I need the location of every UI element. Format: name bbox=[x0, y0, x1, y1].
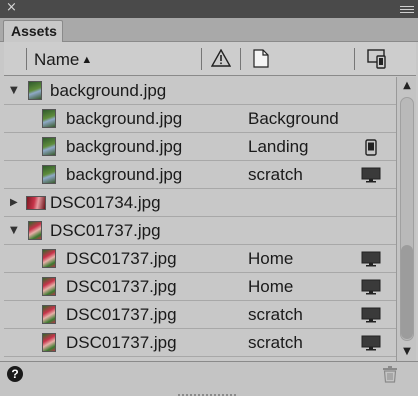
tab-assets[interactable]: Assets bbox=[3, 20, 63, 42]
disclosure-expanded-icon[interactable]: ▼ bbox=[10, 85, 18, 96]
asset-thumbnail bbox=[42, 165, 56, 184]
page-name: Home bbox=[248, 277, 294, 296]
column-separator bbox=[201, 48, 202, 70]
trash-icon[interactable] bbox=[381, 365, 399, 383]
panel-footer: ? bbox=[0, 361, 418, 396]
asset-thumbnail bbox=[28, 81, 42, 100]
list-item[interactable]: DSC01737.jpg Home bbox=[4, 273, 396, 301]
tab-strip: Assets bbox=[0, 18, 418, 42]
list-item[interactable]: ▼ background.jpg bbox=[4, 77, 396, 105]
scroll-thumb[interactable] bbox=[401, 245, 413, 339]
page-name: scratch bbox=[248, 333, 303, 352]
list-item[interactable]: DSC01737.jpg Home bbox=[4, 245, 396, 273]
scroll-down-icon[interactable]: ▼ bbox=[400, 345, 414, 359]
help-icon[interactable]: ? bbox=[7, 366, 23, 382]
asset-name: background.jpg bbox=[50, 81, 167, 100]
page-name: Home bbox=[248, 249, 294, 268]
asset-thumbnail bbox=[26, 196, 46, 210]
monitor-icon bbox=[361, 279, 381, 295]
asset-thumbnail bbox=[42, 137, 56, 156]
list-item[interactable]: background.jpg scratch bbox=[4, 161, 396, 189]
vertical-scrollbar[interactable]: ▲ ▼ bbox=[396, 77, 416, 361]
panel-titlebar: × bbox=[0, 0, 418, 18]
asset-name: DSC01737.jpg bbox=[66, 249, 177, 268]
disclosure-collapsed-icon[interactable]: ▶ bbox=[10, 197, 18, 208]
page-name: Background bbox=[248, 109, 339, 128]
asset-thumbnail bbox=[42, 277, 56, 296]
asset-name: background.jpg bbox=[66, 165, 183, 184]
name-column-label: Name bbox=[34, 50, 80, 69]
monitor-icon bbox=[361, 335, 381, 351]
monitor-icon bbox=[361, 251, 381, 267]
asset-thumbnail bbox=[28, 221, 42, 240]
list-item[interactable]: background.jpg Background bbox=[4, 105, 396, 133]
page-name: scratch bbox=[248, 305, 303, 324]
column-separator bbox=[240, 48, 241, 70]
asset-thumbnail bbox=[42, 109, 56, 128]
panel-menu-icon[interactable] bbox=[400, 6, 414, 14]
warning-icon[interactable] bbox=[211, 49, 231, 67]
asset-name: DSC01734.jpg bbox=[50, 193, 161, 212]
column-header: Name ▲ bbox=[4, 42, 416, 76]
asset-name: DSC01737.jpg bbox=[50, 221, 161, 240]
devices-icon[interactable] bbox=[367, 49, 387, 69]
page-name: Landing bbox=[248, 137, 309, 156]
resize-grip[interactable] bbox=[178, 387, 240, 396]
phone-icon bbox=[365, 139, 377, 156]
scroll-up-icon[interactable]: ▲ bbox=[400, 79, 414, 93]
monitor-icon bbox=[361, 167, 381, 183]
asset-thumbnail bbox=[42, 249, 56, 268]
asset-thumbnail bbox=[42, 333, 56, 352]
asset-thumbnail bbox=[42, 305, 56, 324]
list-item[interactable]: ▶ DSC01734.jpg bbox=[4, 189, 396, 217]
name-column-header[interactable]: Name ▲ bbox=[34, 50, 92, 70]
column-separator bbox=[26, 48, 27, 70]
list-item[interactable]: background.jpg Landing bbox=[4, 133, 396, 161]
page-name: scratch bbox=[248, 165, 303, 184]
column-separator bbox=[354, 48, 355, 70]
list-item[interactable]: ▼ DSC01737.jpg bbox=[4, 217, 396, 245]
list-item[interactable]: DSC01737.jpg scratch bbox=[4, 301, 396, 329]
asset-name: DSC01737.jpg bbox=[66, 333, 177, 352]
sort-ascending-icon: ▲ bbox=[81, 54, 93, 66]
list-item[interactable]: DSC01737.jpg scratch bbox=[4, 329, 396, 357]
asset-name: background.jpg bbox=[66, 109, 183, 128]
monitor-icon bbox=[361, 307, 381, 323]
asset-name: DSC01737.jpg bbox=[66, 277, 177, 296]
close-icon[interactable]: × bbox=[6, 1, 17, 15]
asset-name: DSC01737.jpg bbox=[66, 305, 177, 324]
disclosure-expanded-icon[interactable]: ▼ bbox=[10, 225, 18, 236]
asset-list: ▼ background.jpg background.jpg Backgrou… bbox=[4, 77, 396, 361]
page-icon[interactable] bbox=[253, 49, 269, 68]
asset-name: background.jpg bbox=[66, 137, 183, 156]
